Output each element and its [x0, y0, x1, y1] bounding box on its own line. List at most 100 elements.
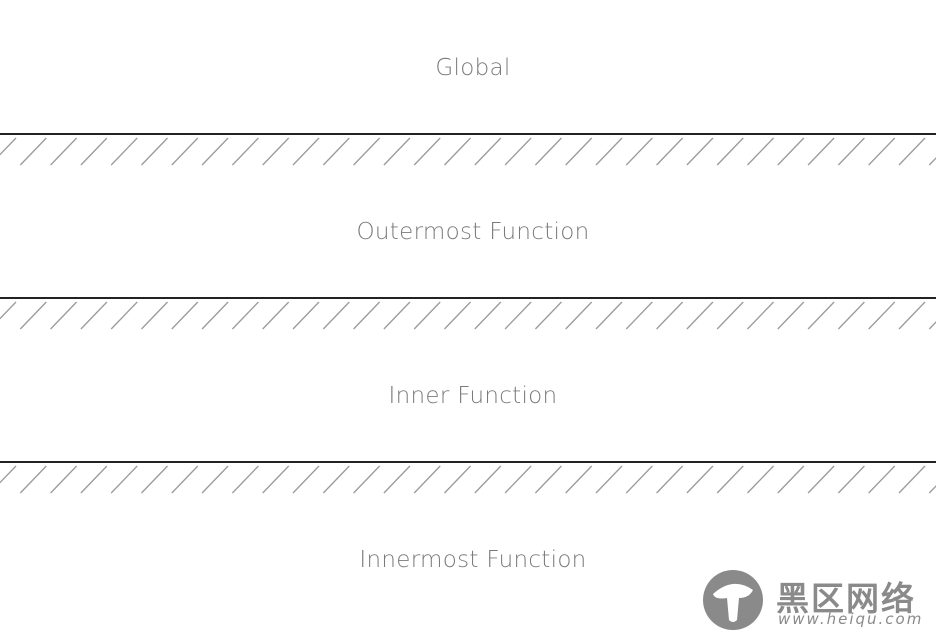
hatch-stroke: [595, 465, 623, 494]
hatch-stroke: [322, 137, 350, 166]
hatch-stroke: [656, 301, 684, 330]
hatch-stroke: [534, 301, 562, 330]
hatch-stroke: [898, 465, 926, 494]
hatch-stroke: [625, 465, 653, 494]
hatch-stroke: [413, 137, 441, 166]
hatch-stroke: [292, 465, 320, 494]
hatch-stroke: [322, 301, 350, 330]
hatch-stroke: [686, 137, 714, 166]
hatch-stroke: [383, 137, 411, 166]
hatch-stroke: [262, 301, 290, 330]
hatch-stroke: [171, 137, 199, 166]
hatch-stroke: [868, 465, 896, 494]
hatch-stroke: [595, 301, 623, 330]
hatch-stroke: [747, 465, 774, 494]
hatch-stroke: [504, 137, 532, 166]
hatch-stroke: [565, 465, 593, 494]
hatch-stroke: [565, 301, 593, 330]
scope-label-outermost-function: Outermost Function: [356, 219, 590, 245]
hatch-stroke: [807, 137, 835, 166]
hatch-stroke: [19, 137, 47, 166]
hatch-stroke: [353, 465, 381, 494]
hatch-stroke: [716, 465, 744, 494]
hatch-stroke: [413, 465, 441, 494]
hatch-stroke: [353, 301, 381, 330]
hatch-stroke: [716, 301, 744, 330]
hatch-stroke: [777, 137, 805, 166]
hatch-stroke: [686, 465, 714, 494]
hatch-stroke: [656, 137, 684, 166]
hatch-stroke: [747, 301, 774, 330]
scope-boundary-1: [0, 133, 936, 166]
hatch-stroke: [928, 321, 936, 330]
scope-boundary-2: [0, 297, 936, 330]
hatch-stroke: [504, 301, 532, 330]
hatch-stroke: [686, 301, 714, 330]
hatch-stroke: [928, 157, 936, 166]
hatch-stroke: [353, 137, 381, 166]
hatch-stroke: [50, 301, 78, 330]
hatch-stroke: [625, 137, 653, 166]
hatch-stroke: [171, 465, 199, 494]
hatch-stroke: [141, 465, 168, 494]
hatch-stroke: [110, 465, 138, 494]
hatch-stroke: [625, 301, 653, 330]
hatch-stroke: [292, 137, 320, 166]
hatch-stroke: [898, 301, 926, 330]
scope-label-inner-function: Inner Function: [388, 383, 558, 409]
hatch-stroke: [0, 137, 17, 156]
hatch-stroke: [898, 137, 926, 166]
hatch-stroke: [19, 301, 47, 330]
hatch-stroke: [474, 137, 502, 166]
hatch-stroke: [201, 465, 229, 494]
hatch-stroke: [0, 301, 17, 320]
hatch-stroke: [50, 137, 78, 166]
hatch-stroke: [444, 465, 471, 494]
hatch-stroke: [504, 465, 532, 494]
hatch-stroke: [716, 137, 744, 166]
hatch-stroke: [837, 137, 865, 166]
hatch-stroke: [807, 301, 835, 330]
hatch-stroke: [262, 137, 290, 166]
hatch-stroke: [444, 301, 471, 330]
hatch-stroke: [837, 465, 865, 494]
hatch-stroke: [231, 301, 259, 330]
hatch-stroke: [262, 465, 290, 494]
hatch-stroke: [201, 137, 229, 166]
hatch-stroke: [110, 137, 138, 166]
hatch-stroke: [80, 465, 108, 494]
hatch-stroke: [595, 137, 623, 166]
hatch-stroke: [19, 465, 47, 494]
hatch-stroke: [474, 301, 502, 330]
hatch-stroke: [837, 301, 865, 330]
hatch-stroke: [231, 137, 259, 166]
hatch-stroke: [474, 465, 502, 494]
hatch-stroke: [777, 465, 805, 494]
hatch-stroke: [777, 301, 805, 330]
scope-boundary-3: [0, 461, 936, 494]
hatch-stroke: [110, 301, 138, 330]
hatch-stroke: [444, 137, 471, 166]
hatch-stroke: [656, 465, 684, 494]
hatch-stroke: [807, 465, 835, 494]
hatch-stroke: [80, 301, 108, 330]
hatch-stroke: [868, 301, 896, 330]
hatch-stroke: [413, 301, 441, 330]
hatch-stroke: [747, 137, 774, 166]
hatch-stroke: [534, 137, 562, 166]
hatch-stroke: [171, 301, 199, 330]
hatch-stroke: [565, 137, 593, 166]
hatch-stroke: [322, 465, 350, 494]
hatch-stroke: [50, 465, 78, 494]
scope-label-global: Global: [435, 55, 511, 81]
hatch-stroke: [534, 465, 562, 494]
hatch-stroke: [292, 301, 320, 330]
hatch-stroke: [928, 485, 936, 494]
watermark-url: www.heiqu.com: [778, 610, 924, 628]
hatch-stroke: [383, 465, 411, 494]
hatch-stroke: [201, 301, 229, 330]
hatch-stroke: [868, 137, 896, 166]
hatch-stroke: [383, 301, 411, 330]
hatch-stroke: [141, 301, 168, 330]
hatch-stroke: [80, 137, 108, 166]
